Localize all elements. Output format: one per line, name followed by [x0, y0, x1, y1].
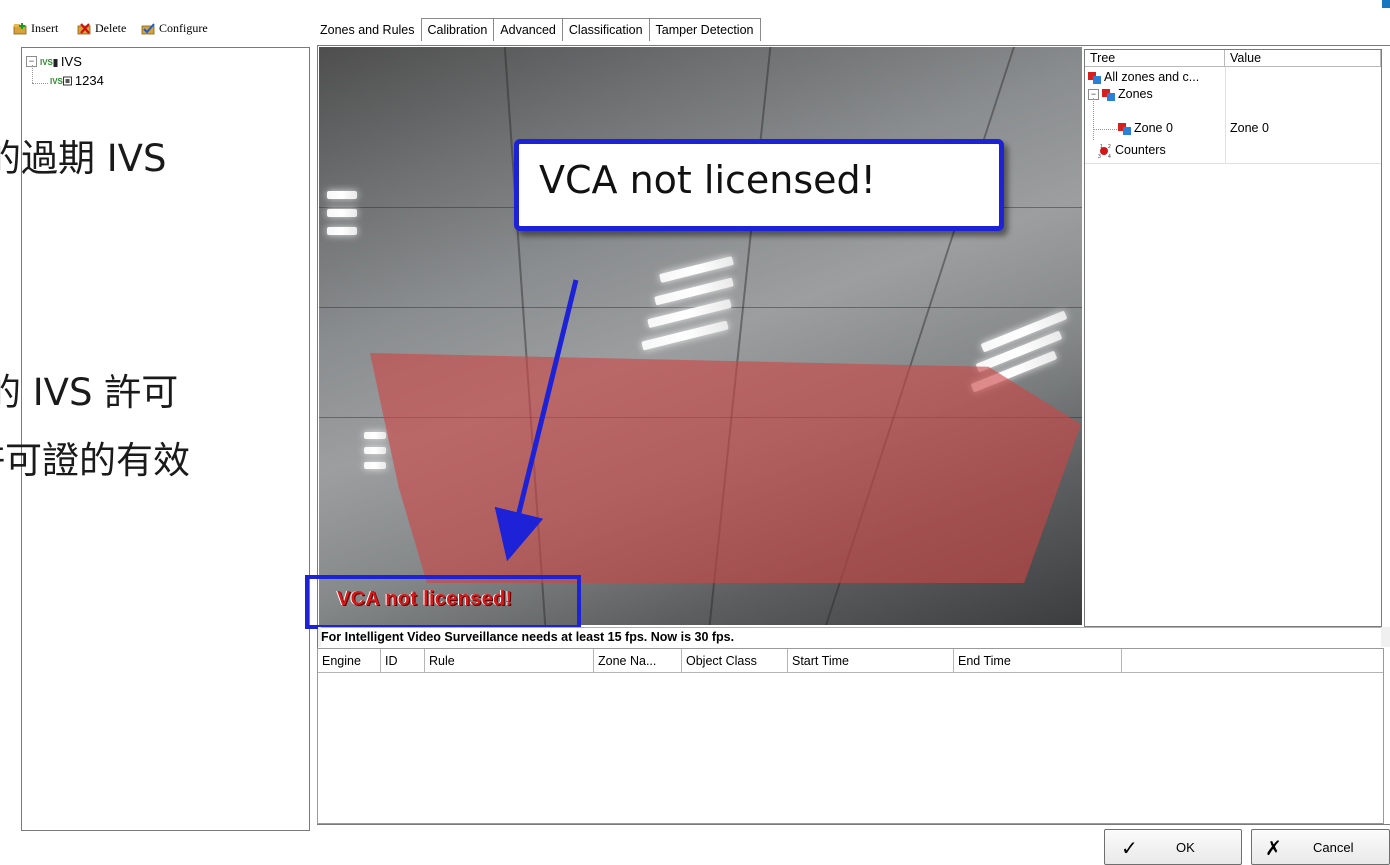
overlay-text-line-1: 的過期 IVS: [0, 137, 167, 180]
tree-row-value: Zone 0: [1230, 121, 1269, 135]
svg-text:1: 1: [1100, 144, 1103, 150]
column-header-filler: [1122, 649, 1383, 673]
insert-button[interactable]: Insert: [13, 21, 58, 36]
tree-node-label: 1234: [74, 73, 104, 88]
configure-button[interactable]: Configure: [141, 21, 208, 36]
overlay-text-line-3: 許可證的有效: [0, 439, 190, 482]
tab-zones-and-rules[interactable]: Zones and Rules: [313, 18, 422, 41]
tab-advanced[interactable]: Advanced: [493, 18, 563, 41]
column-header-engine[interactable]: Engine: [318, 649, 381, 673]
cancel-label: Cancel: [1313, 840, 1354, 855]
column-header-tree[interactable]: Tree: [1085, 50, 1225, 67]
tab-calibration[interactable]: Calibration: [420, 18, 495, 41]
insert-icon: [13, 23, 27, 35]
tree-node-1234[interactable]: IVS 1234: [50, 73, 104, 88]
column-header-object-class[interactable]: Object Class: [682, 649, 788, 673]
svg-text:2: 2: [1108, 144, 1111, 150]
overlay-text-line-2: 的 IVS 許可: [0, 371, 179, 414]
camera-video-view[interactable]: VCA not licensed!: [319, 47, 1082, 625]
configure-icon: [141, 23, 155, 35]
slide-accent-bar: [1382, 0, 1390, 8]
column-header-rule[interactable]: Rule: [425, 649, 594, 673]
tree-row-zone-0[interactable]: Zone 0: [1118, 120, 1173, 137]
vca-not-licensed-callout: VCA not licensed!: [514, 139, 1004, 231]
zone-icon: [1102, 88, 1115, 101]
column-header-id[interactable]: ID: [381, 649, 425, 673]
tree-row-counters[interactable]: 1 2 3 4 Counters: [1097, 142, 1166, 159]
tree-node-label: IVS: [60, 54, 82, 69]
column-header-zone-name[interactable]: Zone Na...: [594, 649, 682, 673]
tree-row-label: Zone 0: [1134, 121, 1173, 135]
callout-text: VCA not licensed!: [539, 158, 876, 202]
fps-status-text: For Intelligent Video Surveillance needs…: [321, 627, 1381, 647]
tab-tamper-detection[interactable]: Tamper Detection: [648, 18, 761, 41]
close-icon: ✗: [1265, 838, 1282, 860]
tab-classification[interactable]: Classification: [561, 18, 650, 41]
zone-property-tree[interactable]: Tree Value All zones and c... − Zones Zo…: [1084, 49, 1382, 627]
events-table[interactable]: Engine ID Rule Zone Na... Object Class S…: [317, 648, 1384, 824]
tree-row-label: Zones: [1118, 87, 1153, 101]
counter-icon: 1 2 3 4: [1098, 144, 1111, 158]
configure-label: Configure: [159, 21, 208, 35]
column-header-end-time[interactable]: End Time: [954, 649, 1122, 673]
insert-label: Insert: [31, 21, 59, 35]
ok-button[interactable]: ✓ OK: [1104, 829, 1242, 865]
zone-icon: [1118, 122, 1131, 135]
tree-row-zones[interactable]: − Zones: [1088, 86, 1153, 103]
tree-row-label: All zones and c...: [1104, 70, 1200, 84]
delete-button[interactable]: Delete: [77, 21, 126, 36]
column-header-value[interactable]: Value: [1225, 50, 1381, 67]
delete-label: Delete: [95, 21, 127, 35]
ivs-device-icon: IVS: [40, 57, 58, 67]
ok-label: OK: [1176, 840, 1195, 855]
delete-icon: [77, 23, 91, 35]
svg-text:3: 3: [1098, 154, 1101, 158]
cancel-button[interactable]: ✗ Cancel: [1251, 829, 1390, 865]
checkmark-icon: ✓: [1121, 838, 1138, 860]
arrow-icon: [494, 279, 579, 562]
zone-icon: [1088, 71, 1101, 84]
tab-bar: Zones and Rules Calibration Advanced Cla…: [313, 18, 761, 42]
watermark-highlight-box: [305, 575, 581, 629]
column-header-start-time[interactable]: Start Time: [788, 649, 954, 673]
tree-row-all-zones[interactable]: All zones and c...: [1088, 69, 1199, 86]
tree-node-ivs[interactable]: − IVS IVS: [26, 54, 82, 69]
tree-row-label: Counters: [1115, 143, 1166, 157]
svg-text:4: 4: [1108, 154, 1111, 158]
ivs-channel-icon: IVS: [50, 76, 72, 86]
